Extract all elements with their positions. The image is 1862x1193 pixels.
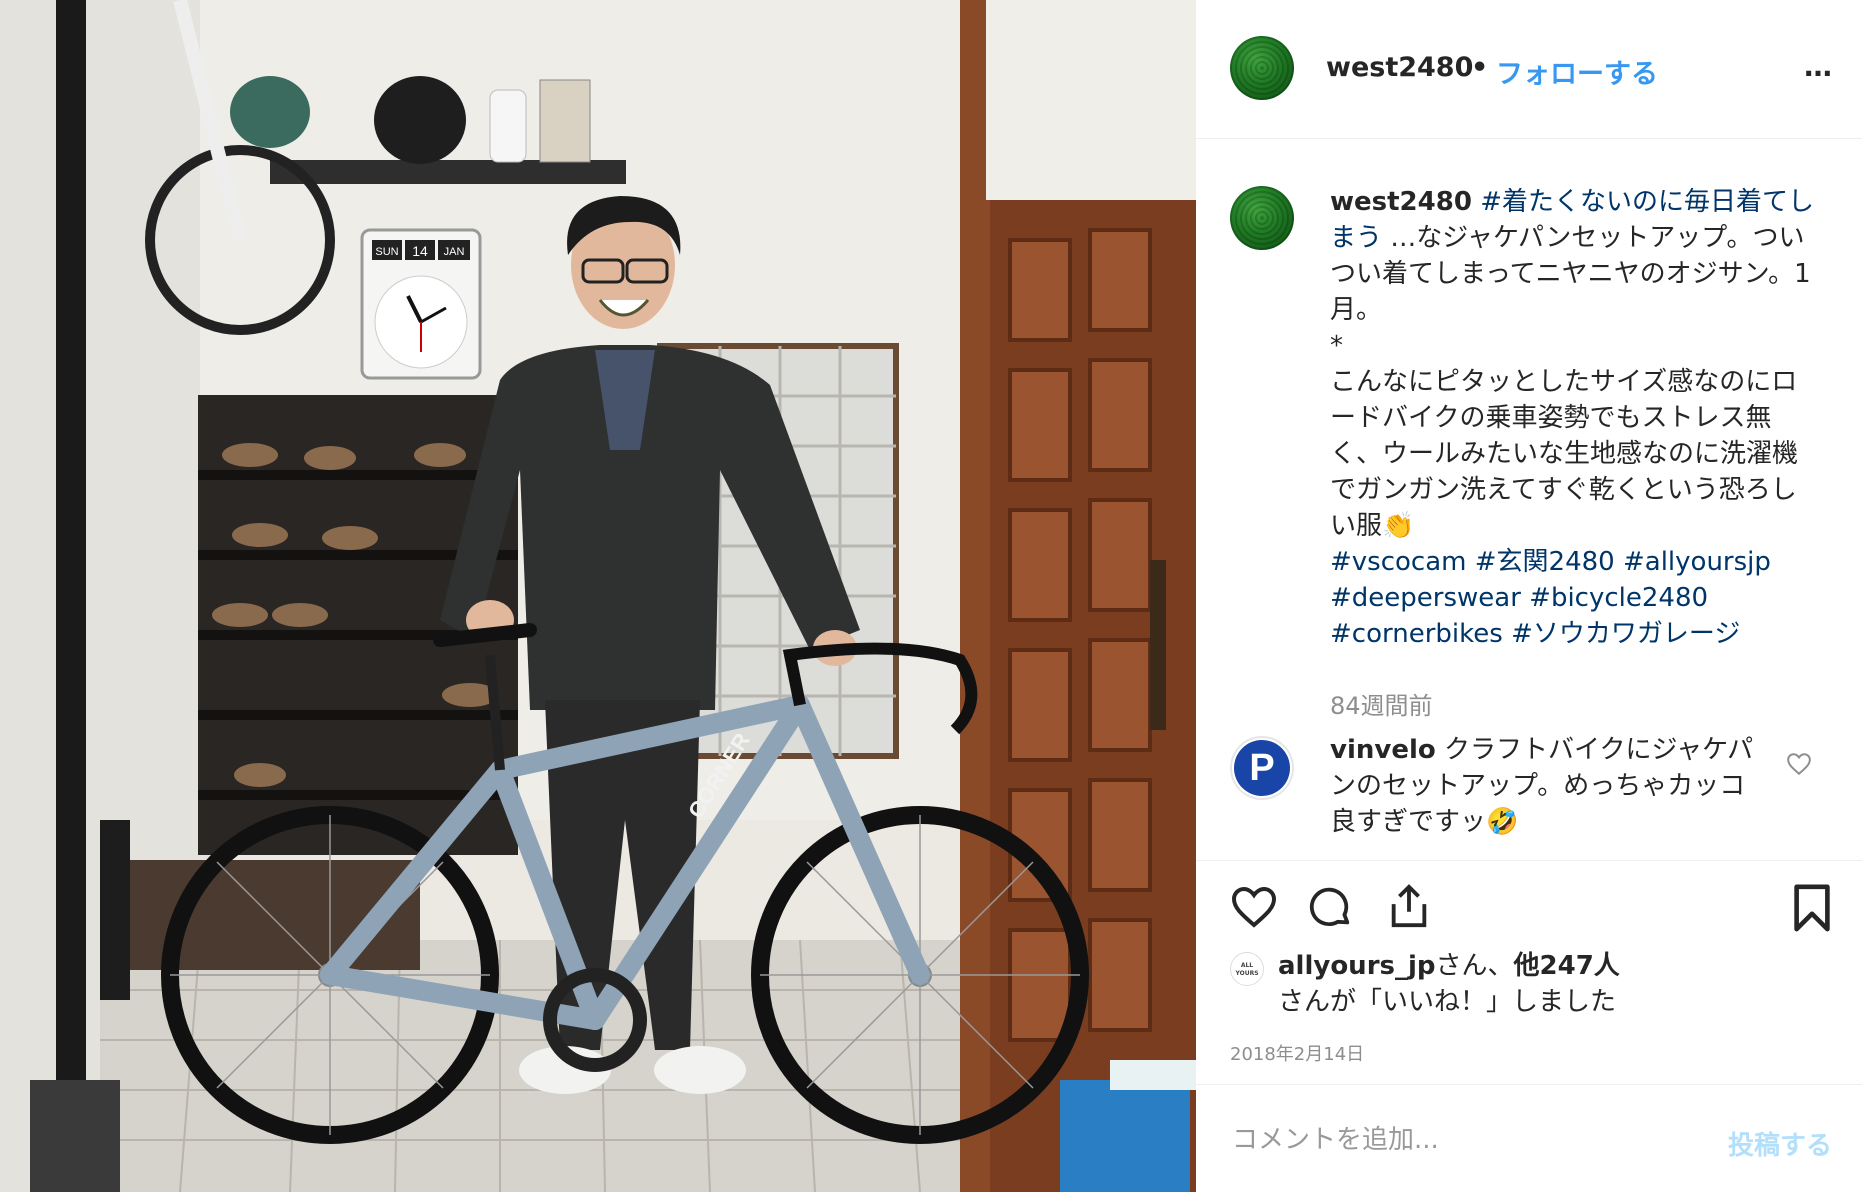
- caption-body: こんなにピタッとしたサイズ感なのにロードバイクの乗車姿勢でもストレス無く、ウール…: [1330, 367, 1799, 541]
- header-separator: •: [1471, 52, 1489, 83]
- hashtag-link[interactable]: #allyoursjp: [1623, 547, 1771, 577]
- caption-avatar[interactable]: [1230, 186, 1294, 250]
- comment-input[interactable]: [1230, 1111, 1684, 1169]
- likes-summary: allyours_jpさん、他247人 さんが「いいね！」しました: [1278, 948, 1798, 1020]
- post-header: west2480 • フォローする …: [1196, 0, 1862, 139]
- caption-text: …なジャケパンセットアップ。ついつい着てしまってニヤニヤのオジサン。1月。: [1330, 223, 1811, 325]
- commenter-avatar-letter: P: [1234, 740, 1290, 796]
- post-caption: west2480 #着たくないのに毎日着てしまう …なジャケパンセットアップ。つ…: [1330, 184, 1820, 652]
- comment-form: 投稿する: [1196, 1084, 1862, 1193]
- liker-username[interactable]: allyours_jp: [1278, 951, 1436, 981]
- likes-text: さんが「いいね！」しました: [1278, 987, 1617, 1017]
- caption-username[interactable]: west2480: [1330, 187, 1472, 217]
- caption-timestamp[interactable]: 84週間前: [1330, 686, 1433, 721]
- follow-button[interactable]: フォローする: [1496, 52, 1658, 91]
- like-heart-icon[interactable]: [1230, 885, 1278, 929]
- post-date[interactable]: 2018年2月14日: [1230, 1040, 1364, 1066]
- svg-text:JAN: JAN: [444, 246, 465, 258]
- hashtag-link[interactable]: #deeperswear: [1330, 583, 1521, 613]
- liker-avatar[interactable]: ALL YOURS: [1230, 952, 1264, 986]
- hashtag-link[interactable]: #cornerbikes: [1330, 619, 1503, 649]
- author-avatar[interactable]: [1230, 36, 1294, 100]
- action-bar: [1196, 860, 1862, 932]
- bookmark-icon[interactable]: [1792, 883, 1832, 933]
- comment-like-heart-icon[interactable]: [1786, 752, 1812, 776]
- post-photo[interactable]: SUN 14 JAN CORNER: [0, 0, 1196, 1192]
- likes-suffix: さん、: [1435, 951, 1514, 981]
- comment-bubble-icon[interactable]: [1308, 885, 1354, 931]
- hashtag-link[interactable]: #ソウカワガレージ: [1511, 619, 1740, 649]
- hashtag-link[interactable]: #bicycle2480: [1529, 583, 1708, 613]
- caption-separator: *: [1330, 331, 1343, 361]
- post-sidebar: west2480 • フォローする … west2480 #着たくないのに毎日着…: [1196, 0, 1862, 1192]
- svg-text:14: 14: [412, 243, 428, 259]
- flip-clock: SUN 14 JAN: [360, 228, 482, 380]
- likes-count[interactable]: 他247人: [1514, 951, 1620, 981]
- comment-username[interactable]: vinvelo: [1330, 735, 1436, 765]
- svg-text:SUN: SUN: [375, 246, 398, 258]
- instagram-post-modal: SUN 14 JAN CORNER west2480 • フォローする … we…: [0, 0, 1862, 1192]
- more-options-icon[interactable]: …: [1804, 50, 1833, 83]
- hashtag-link[interactable]: #vscocam: [1330, 547, 1466, 577]
- commenter-avatar[interactable]: P: [1230, 736, 1294, 800]
- hashtag-link[interactable]: #玄関2480: [1475, 547, 1615, 577]
- comment-item: vinvelo クラフトバイクにジャケパンのセットアップ。めっちゃカッコ良すぎで…: [1330, 732, 1770, 840]
- share-icon[interactable]: [1386, 881, 1432, 931]
- author-username[interactable]: west2480: [1326, 52, 1473, 83]
- post-comment-button[interactable]: 投稿する: [1728, 1125, 1832, 1162]
